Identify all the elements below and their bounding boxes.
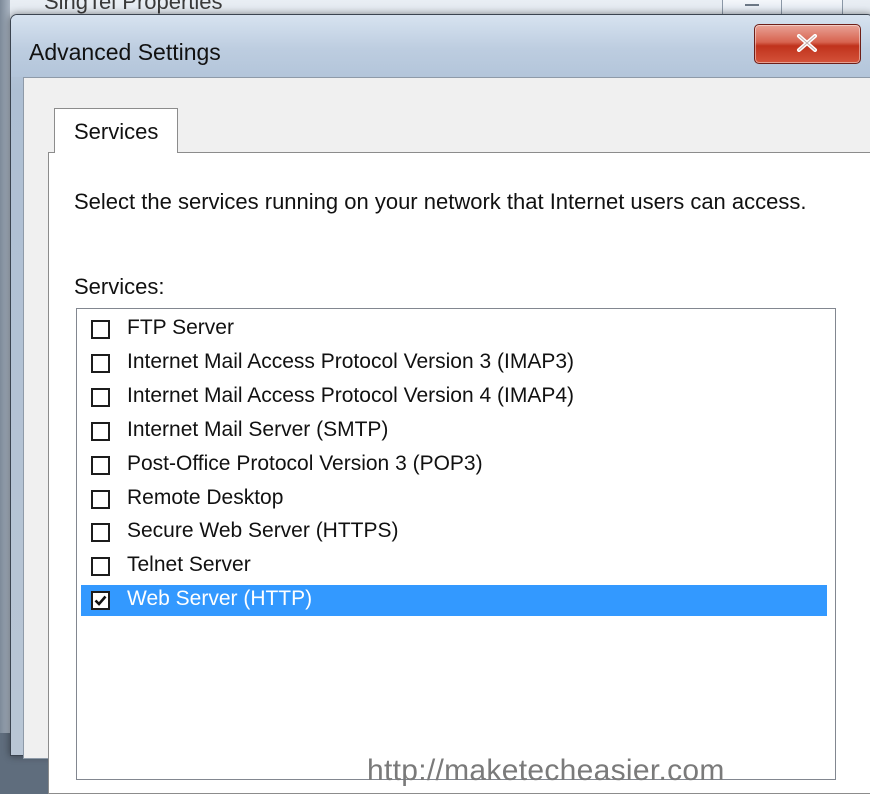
service-label: Web Server (HTTP) (127, 587, 313, 611)
service-checkbox[interactable] (91, 523, 110, 543)
dialog-client-area: Services Select the services running on … (23, 77, 870, 794)
service-row[interactable]: Internet Mail Access Protocol Version 3 … (81, 348, 827, 379)
service-checkbox[interactable] (91, 320, 110, 339)
dialog-title: Advanced Settings (29, 39, 221, 65)
services-list-label: Services: (74, 274, 165, 299)
service-checkbox[interactable] (91, 557, 110, 577)
advanced-settings-dialog: Advanced Settings Services Select the se… (10, 14, 870, 794)
service-label: Post-Office Protocol Version 3 (POP3) (127, 451, 483, 475)
service-row[interactable]: Telnet Server (81, 551, 827, 582)
service-label: Internet Mail Server (SMTP) (127, 417, 389, 441)
service-row[interactable]: Remote Desktop (81, 484, 827, 515)
service-label: FTP Server (127, 316, 234, 339)
service-row[interactable]: Post-Office Protocol Version 3 (POP3) (81, 450, 827, 481)
service-checkbox[interactable] (91, 591, 110, 611)
checkmark-icon (94, 595, 107, 607)
close-x-icon (797, 34, 817, 52)
service-row[interactable]: Secure Web Server (HTTPS) (81, 517, 827, 548)
background-window-title: SingTel Properties (44, 0, 223, 14)
service-label: Internet Mail Access Protocol Version 3 … (127, 349, 575, 373)
tab-services-label: Services (74, 119, 159, 144)
services-description: Select the services running on your netw… (74, 189, 807, 214)
service-row[interactable]: Web Server (HTTP) (81, 585, 827, 617)
watermark-text: http://maketecheasier.com (367, 754, 725, 787)
service-checkbox[interactable] (91, 387, 110, 407)
service-checkbox[interactable] (91, 489, 110, 509)
service-checkbox[interactable] (91, 455, 110, 475)
service-row[interactable]: Internet Mail Access Protocol Version 4 … (81, 382, 827, 413)
services-listbox[interactable]: FTP Server Internet Mail Access Protocol … (76, 308, 836, 780)
service-row[interactable]: FTP Server (81, 314, 827, 345)
title-bar[interactable]: Advanced Settings (11, 15, 870, 77)
service-label: Remote Desktop (127, 485, 284, 509)
minimize-icon (745, 4, 759, 9)
service-label: Telnet Server (127, 553, 251, 577)
service-checkbox[interactable] (91, 421, 110, 441)
service-checkbox[interactable] (91, 353, 110, 373)
service-label: Internet Mail Access Protocol Version 4 … (127, 383, 575, 407)
tab-services[interactable]: Services (54, 108, 178, 153)
background-window-edge (0, 0, 10, 733)
service-label: Secure Web Server (HTTPS) (127, 519, 399, 543)
close-button[interactable] (754, 24, 861, 64)
service-row[interactable]: Internet Mail Server (SMTP) (81, 416, 827, 447)
